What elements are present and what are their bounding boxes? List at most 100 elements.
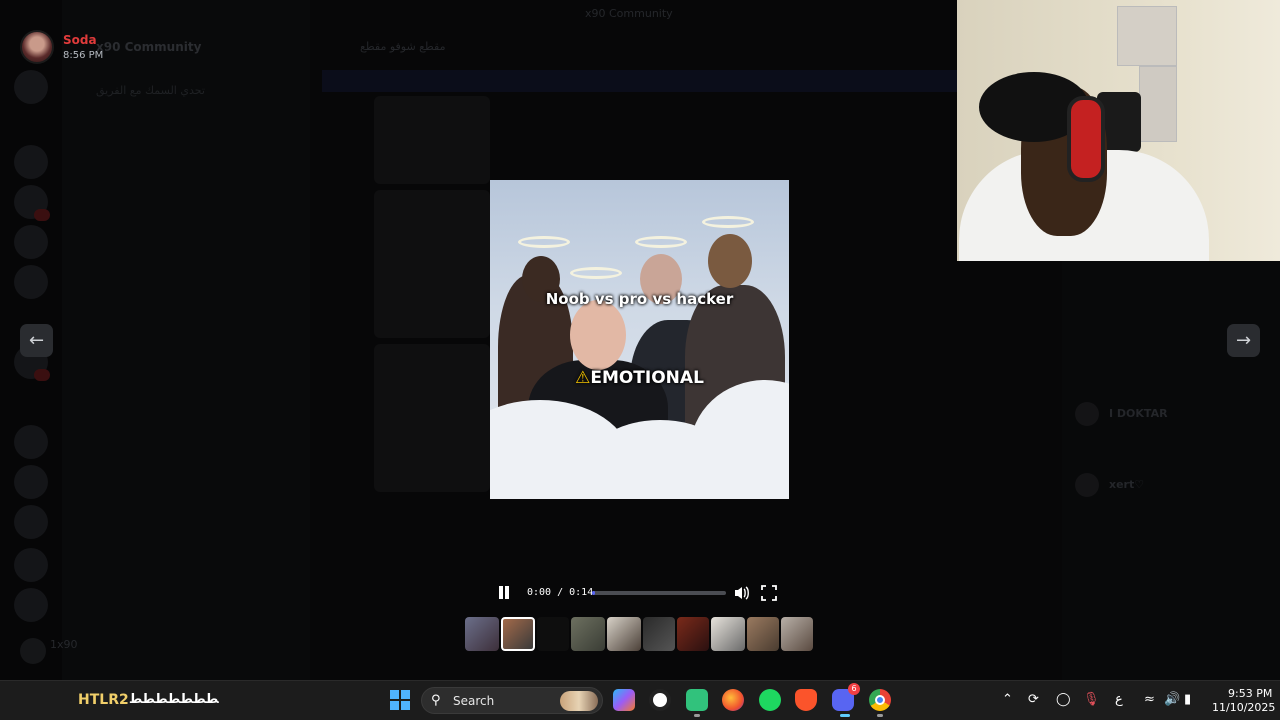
taskbar-search[interactable]: ⚲ Search	[421, 687, 603, 714]
uploader-name[interactable]: Soda	[63, 33, 97, 47]
sync-icon[interactable]: ⟳	[1028, 692, 1039, 707]
discover-icon[interactable]	[14, 588, 48, 622]
member-list	[1062, 260, 1280, 680]
member-item[interactable]: I DOKTAR	[1075, 402, 1215, 426]
add-server-icon[interactable]	[14, 548, 48, 582]
arrow-right-icon: →	[1235, 330, 1252, 351]
video-caption-warning: ⚠EMOTIONAL	[490, 368, 789, 388]
media-thumbnail[interactable]	[465, 617, 499, 651]
media-thumbnail[interactable]	[607, 617, 641, 651]
server-icon[interactable]	[14, 70, 48, 104]
message-image	[374, 96, 490, 184]
copilot-icon[interactable]	[613, 689, 635, 711]
windows-logo-icon	[390, 690, 399, 699]
channel-list	[62, 0, 310, 680]
warning-text: EMOTIONAL	[590, 368, 704, 388]
channel-item[interactable]: تحدي السمك مع الفريق	[96, 84, 205, 98]
window-title: x90 Community	[585, 7, 673, 20]
server-icon[interactable]	[14, 265, 48, 299]
language-indicator[interactable]: ع	[1115, 692, 1123, 707]
video-caption-title: Noob vs pro vs hacker	[545, 290, 734, 308]
fullscreen-icon	[761, 585, 777, 601]
media-thumbnail[interactable]	[781, 617, 813, 651]
running-indicator	[694, 714, 700, 717]
figure-head	[570, 300, 626, 370]
obs-icon[interactable]	[649, 689, 671, 711]
server-icon[interactable]	[14, 505, 48, 539]
chevron-up-icon[interactable]: ⌃	[1002, 692, 1013, 707]
media-thumbnail[interactable]	[747, 617, 779, 651]
clock-date[interactable]: 11/10/2025	[1212, 701, 1275, 714]
widget-title[interactable]: HTLR2	[78, 692, 129, 708]
widget-text[interactable]: ﻄﻄﻄﻄﻄﻄﻄ	[130, 692, 219, 707]
arrow-left-icon: ←	[28, 330, 45, 351]
webcam-overlay	[957, 0, 1280, 261]
halo-icon	[702, 216, 754, 228]
seek-bar[interactable]	[592, 591, 726, 595]
message-image	[374, 344, 490, 492]
time-readout: 0:00 / 0:14	[527, 587, 594, 598]
wall-photo	[1117, 6, 1177, 66]
avatar	[1075, 402, 1099, 426]
wall-photo	[1139, 66, 1177, 142]
media-thumbnail[interactable]	[643, 617, 675, 651]
new-messages-banner[interactable]	[322, 70, 962, 92]
server-name[interactable]: x90 Community	[96, 40, 201, 54]
warning-icon: ⚠	[575, 368, 591, 388]
media-thumbnail[interactable]	[711, 617, 745, 651]
halo-icon	[570, 267, 622, 279]
channel-header: مقطع شوفو مقطع	[360, 40, 446, 53]
seek-progress	[592, 591, 595, 595]
media-thumbnail[interactable]	[537, 617, 569, 651]
avatar	[1075, 473, 1099, 497]
next-media-button[interactable]: →	[1227, 324, 1260, 357]
member-name: I DOKTAR	[1109, 407, 1168, 420]
search-highlight-icon	[560, 691, 598, 711]
battery-icon[interactable]: ▮	[1184, 692, 1191, 707]
discord-icon[interactable]: 6	[832, 683, 860, 711]
media-thumbnail-strip	[465, 617, 815, 651]
firefox-icon[interactable]	[722, 689, 744, 711]
previous-media-button[interactable]: ←	[20, 324, 53, 357]
speaker-icon	[735, 586, 749, 600]
media-thumbnail-selected[interactable]	[501, 617, 535, 651]
server-icon[interactable]	[14, 465, 48, 499]
server-icon[interactable]	[14, 145, 48, 179]
fullscreen-button[interactable]	[761, 585, 777, 601]
brave-icon[interactable]	[795, 689, 817, 711]
uploader-avatar[interactable]	[20, 30, 54, 64]
video-player[interactable]: Noob vs pro vs hacker ⚠EMOTIONAL	[490, 180, 789, 499]
upload-time: 8:56 PM	[63, 50, 104, 61]
chrome-icon[interactable]	[869, 689, 891, 711]
member-item[interactable]: xert♡	[1075, 473, 1215, 497]
unread-badge	[34, 209, 50, 221]
headset-icon	[1067, 96, 1105, 182]
discord-badge: 6	[848, 683, 860, 695]
screen: x90 Community تحدي السمك مع الفريق x90 C…	[0, 0, 1280, 720]
volume-icon[interactable]: 🔊	[1164, 692, 1180, 707]
halo-icon	[635, 236, 687, 248]
server-icon[interactable]	[14, 425, 48, 459]
halo-icon	[518, 236, 570, 248]
media-thumbnail[interactable]	[571, 617, 605, 651]
microphone-icon[interactable]: 🎙	[1083, 692, 1100, 707]
streamlabs-icon[interactable]	[686, 689, 708, 711]
active-indicator	[840, 714, 850, 717]
figure-head	[708, 234, 752, 288]
media-thumbnail[interactable]	[677, 617, 709, 651]
server-icon[interactable]	[14, 225, 48, 259]
tray-app-icon[interactable]: ◯	[1056, 692, 1071, 707]
user-panel: 1x90	[10, 630, 310, 674]
clock-time[interactable]: 9:53 PM	[1228, 687, 1272, 700]
unread-badge	[34, 369, 50, 381]
message-image	[374, 190, 490, 338]
member-name: xert♡	[1109, 478, 1145, 491]
wifi-icon[interactable]: ≈	[1144, 692, 1155, 707]
search-label: Search	[453, 694, 495, 708]
start-button[interactable]	[390, 690, 410, 710]
volume-button[interactable]	[733, 584, 751, 602]
avatar[interactable]	[20, 638, 46, 664]
spotify-icon[interactable]	[759, 689, 781, 711]
server-icon[interactable]	[14, 185, 50, 221]
pause-button[interactable]	[496, 585, 512, 601]
